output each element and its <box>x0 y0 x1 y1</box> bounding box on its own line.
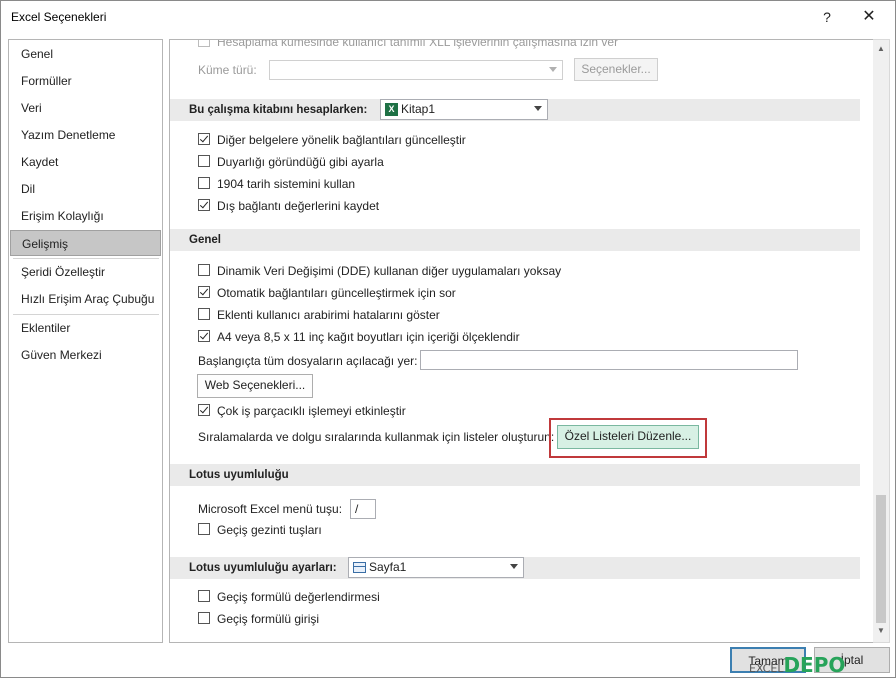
addin-errors-checkbox[interactable] <box>198 308 210 320</box>
excel-options-dialog: Excel Seçenekleri ? ✕ Genel Formüller Ve… <box>0 0 896 678</box>
section-header-general: Genel <box>170 229 860 251</box>
custom-lists-label: Sıralamalarda ve dolgu sıralarında kulla… <box>198 430 555 444</box>
date-1904-label: 1904 tarih sistemini kullan <box>217 177 356 191</box>
xll-option-label: Hesaplama kümesinde kullanıcı tanımlı XL… <box>217 39 619 49</box>
transition-entry-label: Geçiş formülü girişi <box>217 612 320 626</box>
watermark-prefix: EXCEL <box>749 662 784 675</box>
scroll-thumb[interactable] <box>876 495 886 623</box>
transition-eval-label: Geçiş formülü değerlendirmesi <box>217 590 380 604</box>
auto-links-checkbox[interactable] <box>198 286 210 298</box>
close-button[interactable]: ✕ <box>853 5 885 29</box>
sidebar-item-genel[interactable]: Genel <box>10 41 161 67</box>
sidebar-item-formuller[interactable]: Formüller <box>10 68 161 94</box>
sidebar-item-guven-merkezi[interactable]: Güven Merkezi <box>10 342 161 368</box>
multithread-checkbox[interactable] <box>198 404 210 416</box>
secenekler-button[interactable]: Seçenekler... <box>574 58 658 81</box>
sidebar-item-veri[interactable]: Veri <box>10 95 161 121</box>
save-external-label: Dış bağlantı değerlerini kaydet <box>217 199 380 213</box>
nav-keys-checkbox[interactable] <box>198 523 210 535</box>
update-links-label: Diğer belgelere yönelik bağlantıları gün… <box>217 133 466 147</box>
menu-key-label: Microsoft Excel menü tuşu: <box>198 502 343 516</box>
kume-turu-row: Küme türü: <box>198 61 257 79</box>
scroll-up-icon[interactable]: ▲ <box>876 44 886 54</box>
chevron-down-icon <box>549 67 557 72</box>
custom-lists-row: Sıralamalarda ve dolgu sıralarında kulla… <box>198 428 554 446</box>
edit-custom-lists-button[interactable]: Özel Listeleri Düzenle... <box>557 425 699 449</box>
scroll-down-icon[interactable]: ▼ <box>876 626 886 636</box>
startup-location-label: Başlangıçta tüm dosyaların açılacağı yer… <box>198 354 418 368</box>
auto-links-label: Otomatik bağlantıları güncelleştirmek iç… <box>217 286 456 300</box>
sheet-icon <box>353 562 366 574</box>
a4-scale-label: A4 veya 8,5 x 11 inç kağıt boyutları içi… <box>217 330 520 344</box>
kume-turu-combo[interactable] <box>269 60 563 80</box>
kume-turu-label: Küme türü: <box>198 63 257 77</box>
sidebar-item-erisim-kolayligi[interactable]: Erişim Kolaylığı <box>10 203 161 229</box>
sidebar-item-yazim-denetleme[interactable]: Yazım Denetleme <box>10 122 161 148</box>
section-lotus-label: Lotus uyumluluğu <box>189 469 289 481</box>
sidebar-item-kaydet[interactable]: Kaydet <box>10 149 161 175</box>
update-links-checkbox[interactable] <box>198 133 210 145</box>
transition-entry-checkbox[interactable] <box>198 612 210 624</box>
web-options-button[interactable]: Web Seçenekleri... <box>197 374 313 398</box>
sidebar-item-dil[interactable]: Dil <box>10 176 161 202</box>
sidebar-item-eklentiler[interactable]: Eklentiler <box>10 315 161 341</box>
section-general-label: Genel <box>189 234 221 246</box>
dde-checkbox[interactable] <box>198 264 210 276</box>
vertical-scrollbar[interactable]: ▲ ▼ <box>873 39 890 643</box>
section-lotus-settings-label: Lotus uyumluluğu ayarları: <box>189 562 337 574</box>
save-external-checkbox[interactable] <box>198 199 210 211</box>
startup-location-row: Başlangıçta tüm dosyaların açılacağı yer… <box>198 352 417 370</box>
sidebar-item-gelismis[interactable]: Gelişmiş <box>10 230 161 256</box>
watermark-logo: EXCELDEPO <box>749 653 845 677</box>
startup-location-input[interactable] <box>420 350 798 370</box>
category-sidebar: Genel Formüller Veri Yazım Denetleme Kay… <box>8 39 163 643</box>
date-1904-checkbox[interactable] <box>198 177 210 189</box>
precision-checkbox[interactable] <box>198 155 210 167</box>
addin-errors-label: Eklenti kullanıcı arabirimi hatalarını g… <box>217 308 440 322</box>
chevron-down-icon <box>534 106 542 111</box>
chevron-down-icon <box>510 564 518 569</box>
sheet-select-value: Sayfa1 <box>369 560 407 574</box>
workbook-select[interactable]: X Kitap1 <box>380 99 548 120</box>
menu-key-value: / <box>355 502 359 516</box>
menu-key-input[interactable]: / <box>350 499 376 519</box>
section-workbook-label: Bu çalışma kitabını hesaplarken: <box>189 104 368 116</box>
menu-key-row: Microsoft Excel menü tuşu: <box>198 500 342 518</box>
sheet-select[interactable]: Sayfa1 <box>348 557 524 578</box>
xll-checkbox[interactable] <box>198 40 210 47</box>
section-header-lotus: Lotus uyumluluğu <box>170 464 860 486</box>
multithread-label: Çok iş parçacıklı işlemeyi etkinleştir <box>217 404 406 418</box>
help-button[interactable]: ? <box>811 5 843 29</box>
dialog-title: Excel Seçenekleri <box>11 10 107 24</box>
precision-label: Duyarlığı göründüğü gibi ayarla <box>217 155 384 169</box>
watermark-brand: DEPO <box>783 653 846 677</box>
a4-scale-checkbox[interactable] <box>198 330 210 342</box>
nav-keys-label: Geçiş gezinti tuşları <box>217 523 322 537</box>
sidebar-item-seridi-ozellestir[interactable]: Şeridi Özelleştir <box>10 259 161 285</box>
excel-icon: X <box>385 103 398 117</box>
title-bar: Excel Seçenekleri ? ✕ <box>1 1 895 33</box>
sidebar-item-hizli-erisim[interactable]: Hızlı Erişim Araç Çubuğu <box>10 286 161 312</box>
dde-label: Dinamik Veri Değişimi (DDE) kullanan diğ… <box>217 264 562 278</box>
advanced-options-pane: Hesaplama kümesinde kullanıcı tanımlı XL… <box>169 39 875 643</box>
transition-eval-checkbox[interactable] <box>198 590 210 602</box>
workbook-select-value: Kitap1 <box>401 102 436 116</box>
